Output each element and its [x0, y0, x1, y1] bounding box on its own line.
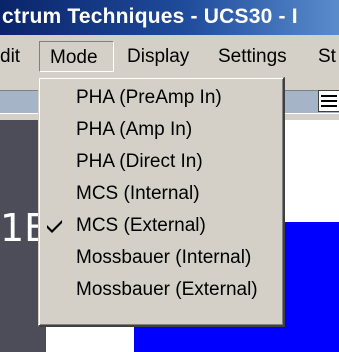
menu-item-pha-direct-in[interactable]: PHA (Direct In)	[43, 146, 281, 177]
menu-item-mossbauer-external[interactable]: Mossbauer (External)	[43, 274, 281, 305]
list-icon[interactable]	[318, 90, 339, 112]
menu-edit[interactable]: dit	[0, 41, 30, 72]
menu-status[interactable]: St	[318, 41, 339, 72]
menu-item-label: MCS (Internal)	[76, 183, 200, 204]
menu-display[interactable]: Display	[127, 41, 207, 72]
menu-item-mossbauer-internal[interactable]: Mossbauer (Internal)	[43, 242, 281, 273]
app-screen: ctrum Techniques - UCS30 - I dit Mode Di…	[0, 0, 339, 352]
menu-mode[interactable]: Mode	[39, 41, 114, 72]
menu-item-mcs-external[interactable]: MCS (External)	[43, 210, 281, 241]
window-title: ctrum Techniques - UCS30 - I	[2, 5, 298, 28]
menu-bar: dit Mode Display Settings St	[0, 37, 339, 76]
menu-item-pha-amp-in[interactable]: PHA (Amp In)	[43, 114, 281, 145]
menu-item-label: MCS (External)	[76, 215, 206, 236]
menu-item-label: Mossbauer (External)	[76, 279, 258, 300]
menu-item-label: PHA (PreAmp In)	[76, 87, 222, 108]
menu-item-pha-preamp-in[interactable]: PHA (PreAmp In)	[43, 82, 281, 113]
menu-item-label: PHA (Amp In)	[76, 119, 193, 140]
title-bar: ctrum Techniques - UCS30 - I	[0, 0, 339, 37]
menu-item-label: Mossbauer (Internal)	[76, 247, 252, 268]
mode-dropdown-menu: PHA (PreAmp In) PHA (Amp In) PHA (Direct…	[38, 77, 285, 327]
menu-settings[interactable]: Settings	[218, 41, 308, 72]
menu-item-mcs-internal[interactable]: MCS (Internal)	[43, 178, 281, 209]
menu-item-label: PHA (Direct In)	[76, 151, 203, 172]
check-icon	[47, 220, 62, 233]
